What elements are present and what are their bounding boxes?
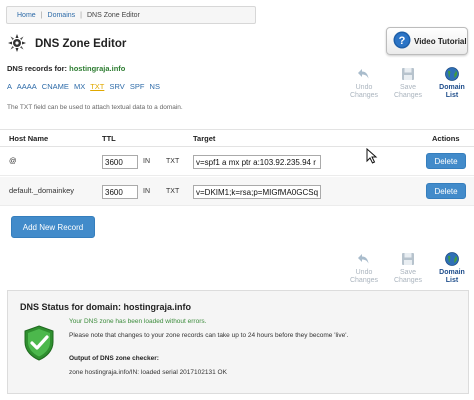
help-icon: ?: [393, 31, 411, 51]
delete-button[interactable]: Delete: [426, 153, 466, 169]
type-ns[interactable]: NS: [150, 82, 160, 91]
target-input[interactable]: [193, 155, 321, 169]
domain-list-button[interactable]: Domain List: [430, 251, 474, 285]
dns-zone-icon: [7, 33, 27, 55]
table-row: @ IN TXT Delete: [0, 147, 474, 176]
records-for-domain: hostingraja.info: [69, 64, 126, 73]
type-a[interactable]: A: [7, 82, 12, 91]
save-label-2: Changes: [393, 277, 423, 284]
video-tutorial-button[interactable]: ? Video Tutorial: [386, 27, 468, 55]
row-class: IN: [143, 158, 150, 165]
undo-label-1: Undo: [355, 84, 373, 91]
undo-icon: [355, 66, 373, 82]
ttl-input[interactable]: [102, 185, 138, 199]
undo-changes-button[interactable]: Undo Changes: [342, 66, 386, 100]
globe-icon: [443, 251, 461, 267]
ttl-input[interactable]: [102, 155, 138, 169]
top-toolbar: Undo Changes Save Changes Domain List: [342, 66, 474, 100]
records-for: DNS records for: hostingraja.info: [7, 64, 125, 73]
save-changes-button[interactable]: Save Changes: [386, 66, 430, 100]
undo-label-2: Changes: [349, 277, 379, 284]
row-host: default._domainkey: [9, 186, 75, 195]
save-icon: [399, 251, 417, 267]
undo-icon: [355, 251, 373, 267]
save-label-2: Changes: [393, 92, 423, 99]
txt-description: The TXT field can be used to attach text…: [7, 104, 183, 111]
type-srv[interactable]: SRV: [109, 82, 124, 91]
undo-label-1: Undo: [355, 269, 373, 276]
type-aaaa[interactable]: AAAA: [17, 82, 37, 91]
list-label-1: Domain: [439, 84, 465, 91]
checker-output-label: Output of DNS zone checker:: [69, 355, 159, 362]
list-label-2: List: [445, 92, 459, 99]
header-target: Target: [193, 134, 216, 143]
breadcrumb-domains[interactable]: Domains: [48, 12, 76, 19]
save-changes-button[interactable]: Save Changes: [386, 251, 430, 285]
breadcrumb-separator: |: [40, 11, 43, 19]
records-table-header: Host Name TTL Target Actions: [0, 129, 474, 147]
row-type: TXT: [166, 188, 180, 195]
type-spf[interactable]: SPF: [130, 82, 145, 91]
video-tutorial-label: Video Tutorial: [414, 36, 467, 46]
delete-button[interactable]: Delete: [426, 183, 466, 199]
checker-output-value: zone hostingraja.info/IN: loaded serial …: [69, 369, 227, 376]
breadcrumb-separator: |: [80, 11, 82, 19]
save-icon: [399, 66, 417, 82]
svg-text:?: ?: [399, 35, 406, 47]
header-ttl: TTL: [102, 134, 116, 143]
breadcrumb-home[interactable]: Home: [17, 12, 36, 19]
record-type-filter: A AAAA CNAME MX TXT SRV SPF NS: [7, 82, 163, 91]
type-cname[interactable]: CNAME: [42, 82, 69, 91]
records-for-label: DNS records for:: [7, 64, 68, 73]
mouse-cursor-icon: [366, 147, 378, 166]
shield-check-icon: [23, 325, 55, 363]
status-title: DNS Status for domain: hostingraja.info: [20, 302, 192, 312]
save-label-1: Save: [400, 84, 416, 91]
domain-list-button[interactable]: Domain List: [430, 66, 474, 100]
bottom-toolbar: Undo Changes Save Changes Domain List: [342, 251, 474, 285]
list-label-1: Domain: [439, 269, 465, 276]
page-header: DNS Zone Editor: [7, 33, 126, 55]
propagation-note: Please note that changes to your zone re…: [69, 332, 349, 339]
add-new-record-button[interactable]: Add New Record: [11, 216, 95, 238]
breadcrumb: Home | Domains | DNS Zone Editor: [6, 6, 256, 24]
breadcrumb-current: DNS Zone Editor: [86, 11, 140, 19]
globe-icon: [443, 66, 461, 82]
dns-status-panel: DNS Status for domain: hostingraja.info …: [7, 290, 469, 394]
target-input[interactable]: [193, 185, 321, 199]
page-title: DNS Zone Editor: [35, 38, 127, 50]
save-label-1: Save: [400, 269, 416, 276]
table-row: default._domainkey IN TXT Delete: [0, 177, 474, 206]
row-type: TXT: [166, 158, 180, 165]
undo-label-2: Changes: [349, 92, 379, 99]
status-loaded-message: Your DNS zone has been loaded without er…: [69, 318, 207, 325]
row-class: IN: [143, 188, 150, 195]
header-actions: Actions: [432, 134, 460, 143]
header-host: Host Name: [9, 134, 49, 143]
undo-changes-button[interactable]: Undo Changes: [342, 251, 386, 285]
type-mx[interactable]: MX: [74, 82, 85, 91]
list-label-2: List: [445, 277, 459, 284]
row-host: @: [9, 156, 17, 165]
type-txt[interactable]: TXT: [90, 82, 104, 91]
